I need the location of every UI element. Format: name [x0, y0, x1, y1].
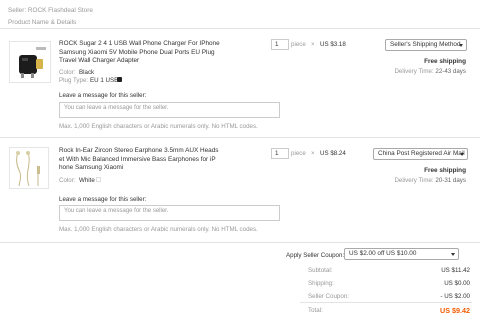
seller-label: Seller:	[8, 7, 27, 14]
header-divider	[0, 28, 480, 29]
coupon-select-value: US $2.00 off US $10.00	[349, 250, 417, 257]
shipping-method-select[interactable]: Seller's Shipping Method	[385, 39, 467, 51]
seller-name[interactable]: ROCK Flashdeal Store	[28, 7, 93, 14]
shipping-method-value: China Post Registered Air Mail	[378, 150, 465, 157]
product-details-header: Product Name & Details	[8, 19, 77, 26]
delivery-time-label: Delivery Time:	[394, 68, 434, 75]
color-swatch-icon	[96, 177, 101, 182]
chevron-down-icon	[460, 153, 464, 156]
message-label: Leave a message for this seller:	[59, 196, 147, 203]
product-title[interactable]: Rock In-Ear Zircon Stereo Earphone 3.5mm…	[59, 147, 224, 173]
times-sign: ×	[311, 150, 315, 157]
item-divider	[0, 137, 480, 138]
shipping-method-value: Seller's Shipping Method	[390, 41, 461, 48]
color-label: Color:	[59, 69, 76, 76]
plug-type-label: Plug Type:	[59, 77, 89, 84]
chevron-down-icon	[459, 44, 463, 47]
quantity-input[interactable]: 1	[271, 148, 289, 159]
shipping-value: US $0.00	[444, 280, 470, 287]
subtotal-value: US $11.42	[441, 267, 470, 274]
unit-price: US $3.18	[320, 41, 346, 48]
shipping-label: Shipping:	[308, 280, 334, 287]
product-title-line-2: et With Mic Balanced Immersive Bass Earp…	[59, 155, 216, 163]
product-title[interactable]: ROCK Sugar 2 4 1 USB Wall Phone Charger …	[59, 40, 222, 66]
seller-coupon-value: - US $2.00	[440, 293, 470, 300]
chevron-down-icon	[451, 253, 455, 256]
shipping-method-select[interactable]: China Post Registered Air Mail	[373, 148, 468, 160]
product-thumbnail[interactable]	[9, 41, 51, 83]
product-title-line-3: hone Samsung Xiaomi	[59, 164, 124, 171]
unit-label: piece	[291, 41, 306, 48]
summary-divider	[0, 242, 480, 243]
delivery-time: Delivery Time: 22-43 days	[376, 68, 466, 75]
shipping-cost: Free shipping	[424, 58, 466, 65]
total-divider	[300, 302, 472, 303]
message-label: Leave a message for this seller:	[59, 92, 147, 99]
message-input[interactable]: You can leave a message for the seller.	[59, 102, 280, 118]
unit-label: piece	[291, 150, 306, 157]
color-value: White	[79, 177, 95, 184]
subtotal-label: Subtotal:	[308, 267, 333, 274]
product-thumbnail[interactable]	[9, 147, 49, 189]
coupon-label: Apply Seller Coupon:	[286, 252, 345, 259]
plug-type-value: EU 1 USB	[90, 77, 119, 84]
delivery-time: Delivery Time: 20-31 days	[376, 177, 466, 184]
message-hint: Max. 1,000 English characters or Arabic …	[59, 123, 258, 130]
message-hint: Max. 1,000 English characters or Arabic …	[59, 226, 258, 233]
shipping-cost: Free shipping	[424, 167, 466, 174]
quantity-input[interactable]: 1	[271, 39, 289, 50]
seller-header: Seller: ROCK Flashdeal Store	[8, 7, 93, 14]
times-sign: ×	[311, 41, 315, 48]
unit-price: US $8.24	[320, 150, 346, 157]
total-label: Total:	[308, 307, 323, 314]
color-label: Color:	[59, 177, 76, 184]
seller-coupon-select[interactable]: US $2.00 off US $10.00	[344, 248, 459, 260]
plug-icon	[117, 77, 122, 82]
message-input[interactable]: You can leave a message for the seller.	[59, 205, 280, 221]
color-value: Black	[79, 69, 95, 76]
delivery-time-value: 22-43 days	[435, 68, 466, 75]
delivery-time-value: 20-31 days	[435, 177, 466, 184]
total-value: US $9.42	[440, 306, 470, 315]
product-title-line-1: Rock In-Ear Zircon Stereo Earphone 3.5mm…	[59, 147, 219, 154]
delivery-time-label: Delivery Time:	[394, 177, 434, 184]
seller-coupon-label: Seller Coupon:	[308, 293, 349, 300]
